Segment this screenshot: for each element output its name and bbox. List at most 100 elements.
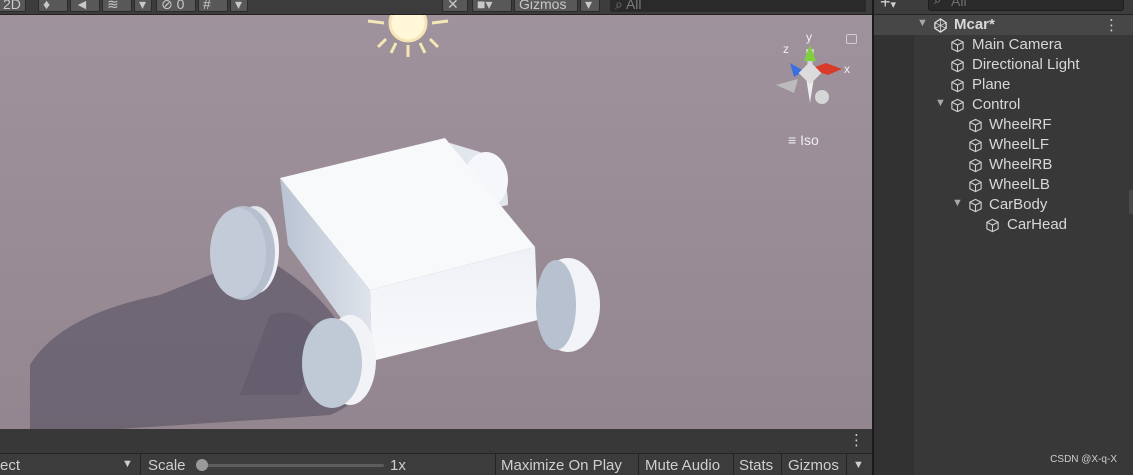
tools-button[interactable]: ✕ (442, 0, 468, 12)
scene-root-row[interactable]: ▼ Mcar* ⋮ (874, 15, 1133, 35)
toolbar-divider (846, 454, 847, 475)
expand-arrow-icon[interactable]: ▼ (952, 197, 963, 209)
hierarchy-item-label: WheelRB (989, 156, 1053, 173)
wheel-left-back (210, 206, 279, 300)
toolbar-divider (495, 454, 496, 475)
hierarchy-item-plane[interactable]: Plane (874, 75, 1133, 95)
gameobject-cube-icon (969, 178, 982, 193)
layers-icon: ≋ (107, 0, 119, 12)
gameobject-cube-icon (969, 198, 982, 213)
toolbar-divider (781, 454, 782, 475)
2d-label: 2D (3, 0, 21, 12)
hierarchy-item-carhead[interactable]: CarHead (874, 215, 1133, 235)
speaker-icon: ◄ (75, 0, 89, 12)
game-toolbar: ect ▼ Scale 1x Maximize On Play Mute Aud… (0, 453, 872, 475)
more-options-icon[interactable]: ⋮ (849, 431, 864, 449)
hierarchy-item-label: WheelLF (989, 136, 1050, 153)
grid-toggle-button[interactable]: # (198, 0, 228, 12)
gizmo-x-label: x (844, 62, 850, 76)
hidden-count: 0 (176, 0, 185, 12)
gizmo-z-label: z (783, 42, 789, 56)
eye-slash-icon: ⊘ (161, 0, 173, 12)
hidden-objects-button[interactable]: ⊘ 0 (156, 0, 196, 12)
effects-dropdown-button[interactable]: ▾ (134, 0, 152, 12)
hierarchy-item-label: CarHead (1007, 216, 1068, 233)
gameobject-cube-icon (986, 218, 999, 233)
toolbar-divider (140, 454, 141, 475)
hierarchy-search-input[interactable]: ⌕ All (928, 0, 1124, 11)
aspect-label: ect (0, 457, 21, 474)
scale-value: 1x (390, 457, 406, 474)
gameobject-cube-icon (969, 158, 982, 173)
grid-dropdown-button[interactable]: ▾ (230, 0, 248, 12)
orientation-gizmo[interactable]: z y x (770, 27, 850, 117)
mute-audio-button[interactable]: Mute Audio (645, 457, 720, 474)
hierarchy-item-wheelrf[interactable]: WheelRF (874, 115, 1133, 135)
iso-projection-toggle[interactable]: ≡ Iso (788, 132, 819, 148)
chevron-down-icon: ▾ (139, 0, 147, 12)
projection-label: Iso (800, 132, 819, 148)
scale-slider-handle[interactable] (196, 459, 208, 471)
gameobject-cube-icon (969, 118, 982, 133)
hierarchy-item-label: WheelRF (989, 116, 1052, 133)
hierarchy-item-label: Directional Light (972, 56, 1080, 73)
scene-3d-render (0, 15, 872, 429)
hierarchy-item-control[interactable]: ▼ Control (874, 95, 1133, 115)
maximize-on-play-button[interactable]: Maximize On Play (501, 457, 622, 474)
game-gizmos-button[interactable]: Gizmos (788, 457, 839, 474)
2d-toggle-button[interactable]: 2D (0, 0, 26, 12)
create-dropdown-button[interactable]: +▾ (880, 0, 896, 13)
stats-button[interactable]: Stats (739, 457, 773, 474)
chevron-down-icon: ▼ (122, 458, 133, 470)
chevron-down-icon: ▾ (585, 0, 593, 12)
gameobject-cube-icon (951, 58, 964, 73)
expand-arrow-icon[interactable]: ▼ (917, 17, 928, 29)
chevron-down-icon[interactable]: ▼ (853, 459, 864, 471)
chevron-down-icon: ▾ (235, 0, 243, 12)
lighting-toggle-button[interactable]: ♦ (38, 0, 68, 12)
grid-icon: # (203, 0, 211, 12)
camera-icon: ■▾ (477, 0, 493, 12)
hierarchy-item-wheelrb[interactable]: WheelRB (874, 155, 1133, 175)
gizmos-button[interactable]: Gizmos (514, 0, 578, 12)
expand-arrow-icon[interactable]: ▼ (935, 97, 946, 109)
audio-toggle-button[interactable]: ◄ (70, 0, 100, 12)
hierarchy-item-directional-light[interactable]: Directional Light (874, 55, 1133, 75)
scene-search-input[interactable]: ⌕ All (610, 0, 866, 12)
hamburger-icon: ≡ (788, 132, 797, 148)
chevron-down-icon: ▾ (890, 0, 897, 11)
hierarchy-scrollbar[interactable] (1129, 190, 1133, 214)
wheel-left-front (302, 315, 376, 408)
toolbar-divider (733, 454, 734, 475)
scale-slider[interactable] (198, 464, 384, 467)
scene-search-placeholder: All (625, 0, 642, 12)
camera-button[interactable]: ■▾ (472, 0, 512, 12)
scene-viewport[interactable]: z y x ≡ Iso (0, 15, 872, 429)
watermark: CSDN @X-q-X (1050, 454, 1117, 465)
search-icon: ⌕ (615, 0, 623, 12)
gameobject-cube-icon (951, 98, 964, 113)
toolbar-divider (638, 454, 639, 475)
unity-scene-icon (934, 18, 947, 33)
hierarchy-toolbar: +▾ ⌕ All (874, 0, 1133, 15)
hierarchy-item-label: Plane (972, 76, 1011, 93)
hierarchy-item-carbody[interactable]: ▼ CarBody (874, 195, 1133, 215)
hierarchy-item-label: CarBody (989, 196, 1048, 213)
scene-toolbar: 2D ♦ ◄ ≋ ▾ ⊘ 0 # ▾ ✕ ■▾ Gizmos ▾ ⌕ All (0, 0, 872, 15)
gizmos-dropdown-button[interactable]: ▾ (580, 0, 600, 12)
lightbulb-icon: ♦ (43, 0, 51, 12)
tools-icon: ✕ (447, 0, 459, 12)
lock-icon[interactable] (846, 34, 857, 44)
hierarchy-item-wheellf[interactable]: WheelLF (874, 135, 1133, 155)
more-options-icon[interactable]: ⋮ (1104, 16, 1119, 34)
hierarchy-item-wheellb[interactable]: WheelLB (874, 175, 1133, 195)
hierarchy-item-label: Main Camera (972, 36, 1063, 53)
search-icon: ⌕ (934, 0, 941, 8)
gameobject-cube-icon (951, 78, 964, 93)
scale-label: Scale (148, 457, 186, 474)
aspect-dropdown[interactable]: ect ▼ (0, 454, 138, 475)
gizmo-y-label: y (806, 30, 812, 44)
hierarchy-item-main-camera[interactable]: Main Camera (874, 35, 1133, 55)
effects-toggle-button[interactable]: ≋ (102, 0, 132, 12)
gizmos-label: Gizmos (519, 0, 567, 12)
